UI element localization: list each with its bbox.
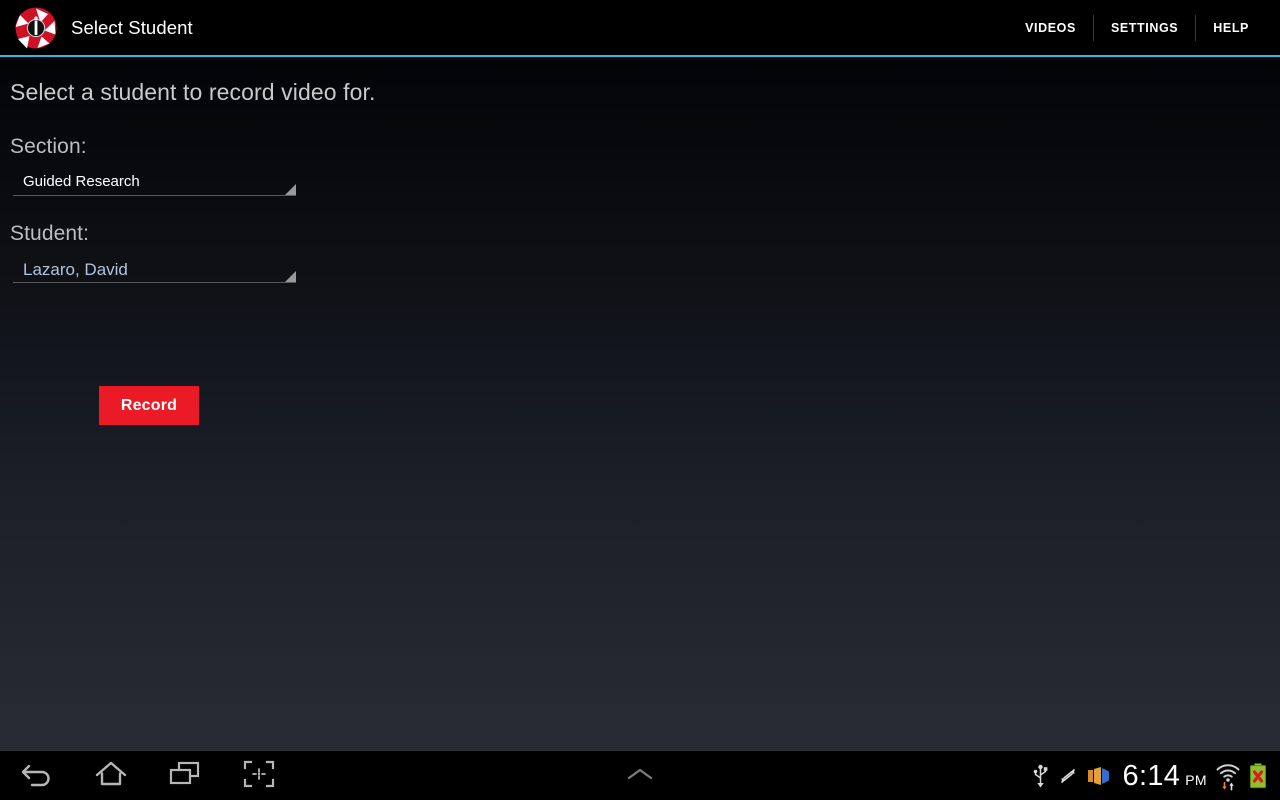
- back-button[interactable]: [0, 751, 74, 800]
- action-bar-menu: VIDEOS SETTINGS HELP: [1008, 8, 1266, 48]
- page-headline: Select a student to record video for.: [10, 79, 376, 105]
- clock-ampm: PM: [1185, 771, 1207, 788]
- record-button[interactable]: Record: [99, 386, 199, 425]
- home-button[interactable]: [74, 751, 148, 800]
- section-spinner[interactable]: Guided Research: [13, 169, 296, 203]
- section-label: Section:: [10, 135, 87, 158]
- student-label: Student:: [10, 222, 90, 245]
- battery-error-icon: [1248, 762, 1268, 790]
- android-screen: Select Student VIDEOS SETTINGS HELP Sele…: [0, 0, 1280, 800]
- screenshot-button[interactable]: [222, 751, 296, 800]
- debug-arrows-icon: [1058, 765, 1078, 787]
- wifi-signal-icon: [1215, 761, 1241, 791]
- app-title: Select Student: [71, 16, 193, 38]
- notifications-expand-button[interactable]: [615, 751, 665, 800]
- system-navigation-bar: 6:14 PM: [0, 750, 1280, 800]
- usb-icon: [1031, 763, 1050, 789]
- section-spinner-underline: [13, 195, 296, 196]
- menu-item-help[interactable]: HELP: [1196, 12, 1266, 44]
- action-bar: Select Student VIDEOS SETTINGS HELP: [0, 0, 1280, 55]
- cast-projector-icon: [1086, 766, 1111, 786]
- dropdown-triangle-icon: [285, 271, 296, 282]
- menu-item-settings[interactable]: SETTINGS: [1094, 12, 1195, 44]
- status-clock: 6:14 PM: [1122, 759, 1207, 792]
- clock-time: 6:14: [1122, 759, 1181, 792]
- navigation-buttons: [0, 751, 296, 800]
- back-arrow-icon: [20, 760, 54, 793]
- home-icon: [94, 759, 128, 794]
- screenshot-icon: [243, 760, 275, 793]
- status-icons[interactable]: 6:14 PM: [1027, 751, 1272, 800]
- camera-aperture-logo-icon: [13, 5, 59, 51]
- chevron-up-icon: [625, 766, 655, 787]
- recent-apps-icon: [168, 760, 202, 793]
- dropdown-triangle-icon: [285, 184, 296, 195]
- student-spinner-value: Lazaro, David: [23, 260, 128, 279]
- recent-apps-button[interactable]: [148, 751, 222, 800]
- menu-item-videos[interactable]: VIDEOS: [1008, 12, 1093, 44]
- section-spinner-value: Guided Research: [23, 173, 140, 190]
- main-content: Select a student to record video for. Se…: [0, 57, 1280, 750]
- student-spinner-underline: [13, 282, 296, 283]
- student-spinner[interactable]: Lazaro, David: [13, 256, 296, 290]
